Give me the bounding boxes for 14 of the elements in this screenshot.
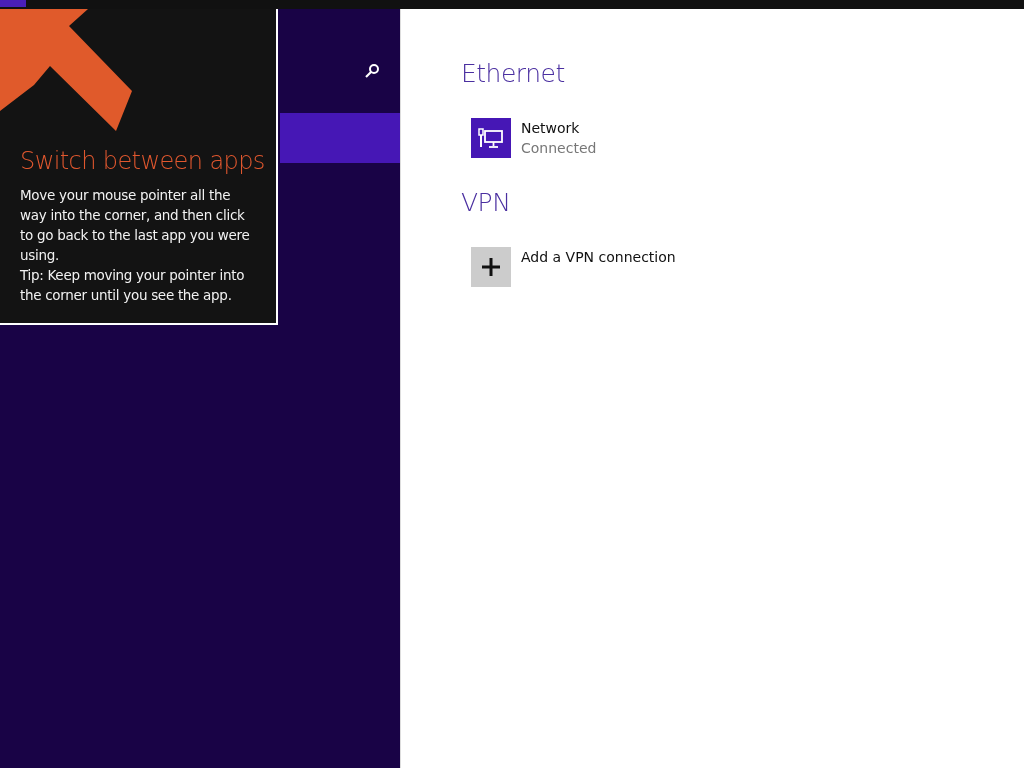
add-tile[interactable] (471, 247, 511, 287)
plus-icon (481, 257, 501, 277)
network-icon (478, 127, 504, 149)
tip-title: Switch between apps (20, 147, 266, 175)
connection-status: Connected (521, 139, 597, 158)
section-heading: Ethernet (461, 59, 566, 88)
section-heading: VPN (461, 188, 512, 217)
connection-name[interactable]: Network (521, 118, 597, 138)
network-tile[interactable] (471, 118, 511, 158)
connection-name[interactable]: Add a VPN connection (521, 247, 676, 267)
start-button[interactable] (0, 0, 26, 7)
tip-text: Move your mouse pointer all the way into the corner, and then click to go back to the last app you were using. Tip: Keep moving your pointer into the corner until you see the app. (20, 186, 251, 305)
search-icon[interactable] (364, 63, 380, 79)
arrow-icon (0, 9, 132, 131)
